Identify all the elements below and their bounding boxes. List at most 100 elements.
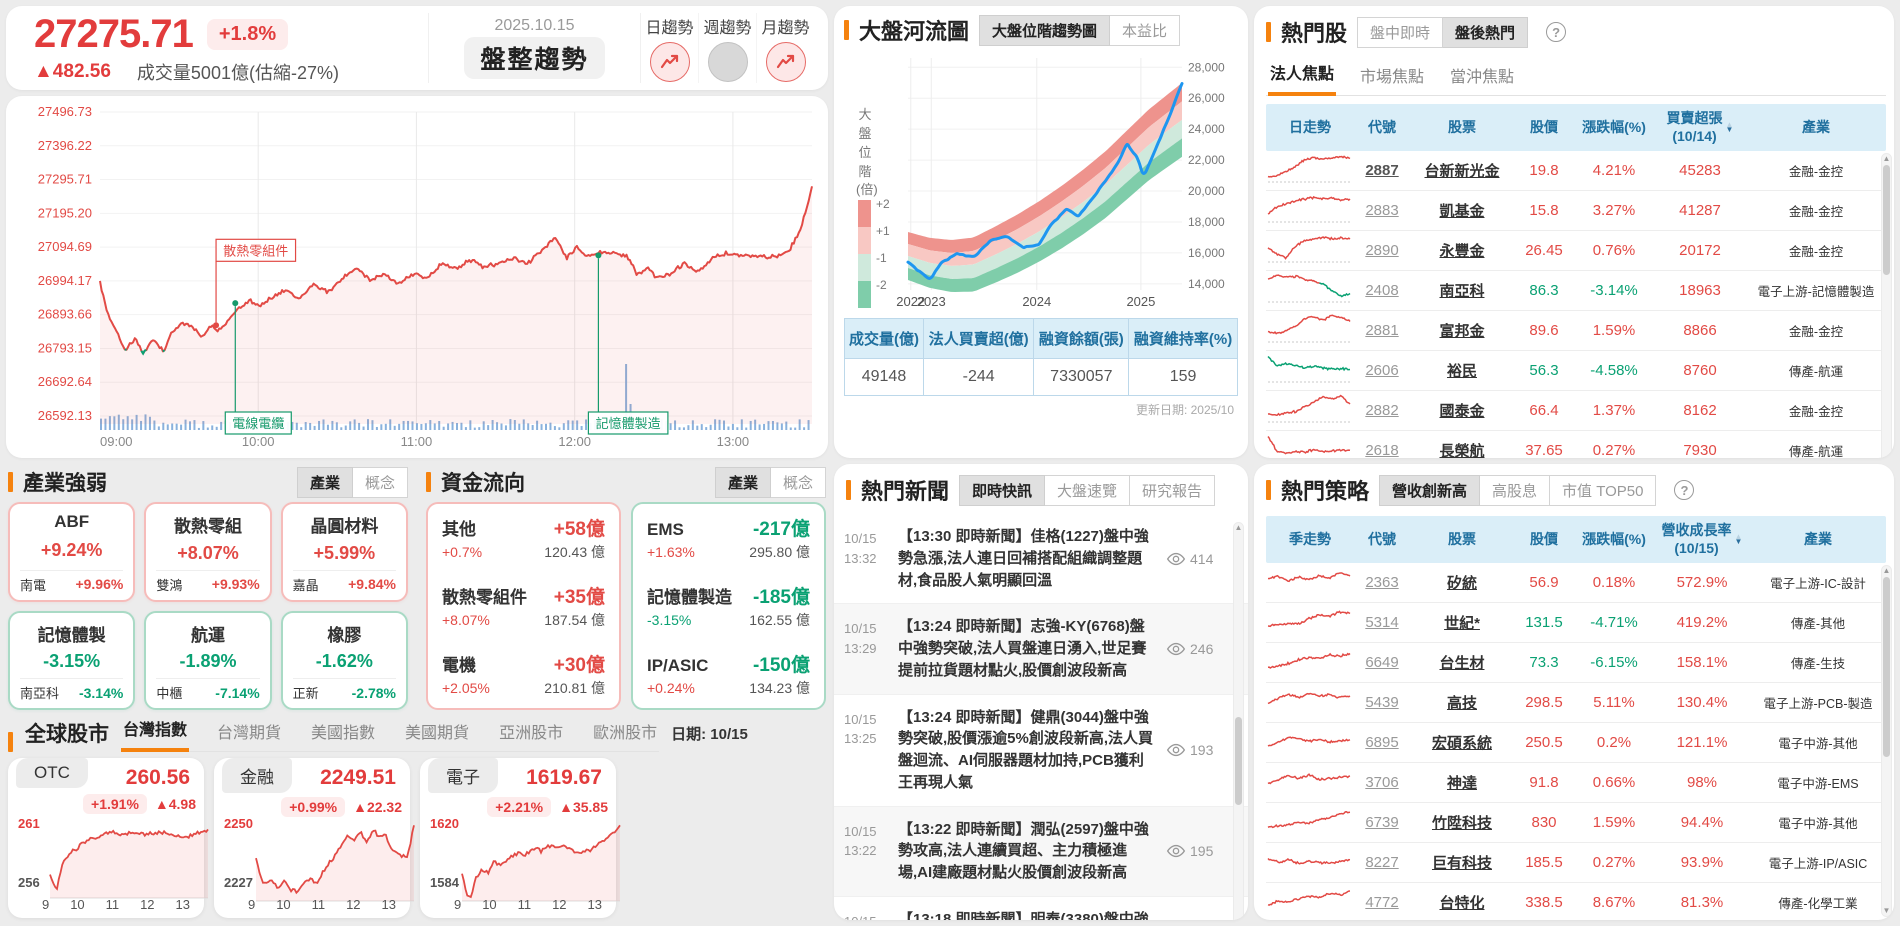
- col-header-4[interactable]: 漲跌幅(%): [1574, 119, 1654, 137]
- industry-card[interactable]: 航運 -1.89% 中櫃 -7.14%: [144, 610, 272, 710]
- news-tab-1[interactable]: 大盤速覽: [1045, 474, 1131, 506]
- col-header-1[interactable]: 代號: [1354, 531, 1410, 549]
- fundflow-row[interactable]: 電機 +30億 +2.05% 210.81 億: [442, 650, 605, 698]
- col-header-5[interactable]: 買賣超張 (10/14) ▲ ▼: [1654, 110, 1746, 145]
- stock-name-link[interactable]: 巨有科技: [1410, 852, 1514, 873]
- news-item[interactable]: 10/1513:19 【13:18 即時新聞】明泰(3380)盤中強彈逾5%,低基…: [834, 897, 1248, 920]
- stock-code-link[interactable]: 2408: [1354, 282, 1410, 299]
- stock-code-link[interactable]: 5314: [1354, 614, 1410, 631]
- news-item[interactable]: 10/15 13:29 【13:24 即時新聞】志強-KY(6768)盤中強勢突破,…: [834, 604, 1248, 695]
- stock-name-link[interactable]: 神達: [1410, 772, 1514, 793]
- col-header-4[interactable]: 漲跌幅(%): [1574, 531, 1654, 549]
- industry-card[interactable]: 散熱零組 +8.07% 雙鴻 +9.93%: [144, 502, 272, 602]
- stock-code-link[interactable]: 2882: [1354, 402, 1410, 419]
- global-tab-2[interactable]: 美國指數: [309, 713, 377, 751]
- sort-icon[interactable]: ▲ ▼: [1726, 120, 1734, 133]
- stock-name-link[interactable]: 富邦金: [1410, 320, 1514, 341]
- stock-code-link[interactable]: 2887: [1354, 162, 1410, 179]
- col-header-0[interactable]: 日走勢: [1266, 119, 1354, 137]
- hot-subtab-0[interactable]: 法人焦點: [1268, 54, 1337, 96]
- stock-name-link[interactable]: 南亞科: [1410, 280, 1514, 301]
- global-tab-3[interactable]: 美國期貨: [403, 713, 471, 751]
- stock-name-link[interactable]: 台新新光金: [1410, 160, 1514, 181]
- scrollbar-thumb[interactable]: [1883, 165, 1890, 275]
- stock-code-link[interactable]: 2606: [1354, 362, 1410, 379]
- hot-subtab-1[interactable]: 市場焦點: [1358, 57, 1426, 95]
- col-header-6[interactable]: 產業: [1750, 531, 1886, 549]
- stock-name-link[interactable]: 凱基金: [1410, 200, 1514, 221]
- news-scrollbar[interactable]: ▲▼: [1233, 522, 1244, 920]
- industry-toggle-1[interactable]: 概念: [352, 466, 408, 498]
- stock-code-link[interactable]: 2890: [1354, 242, 1410, 259]
- fundflow-toggle-1[interactable]: 概念: [770, 466, 826, 498]
- strategy-tab-2[interactable]: 市值 TOP50: [1550, 474, 1657, 506]
- hot-tab-0[interactable]: 盤中即時: [1357, 16, 1444, 48]
- stock-name-link[interactable]: 裕民: [1410, 360, 1514, 381]
- strategy-tab-0[interactable]: 營收創新高: [1379, 474, 1481, 506]
- stock-name-link[interactable]: 國泰金: [1410, 400, 1514, 421]
- industry-card[interactable]: ABF +9.24% 南電 +9.96%: [8, 502, 136, 602]
- col-header-6[interactable]: 產業: [1746, 119, 1886, 137]
- stock-code-link[interactable]: 4772: [1354, 894, 1410, 911]
- stock-code-link[interactable]: 2363: [1354, 574, 1410, 591]
- col-header-0[interactable]: 季走勢: [1266, 531, 1354, 549]
- stock-name-link[interactable]: 矽統: [1410, 572, 1514, 593]
- stock-code-link[interactable]: 6739: [1354, 814, 1410, 831]
- sort-icon[interactable]: ▲ ▼: [1735, 532, 1743, 545]
- industry-card[interactable]: 記憶體製 -3.15% 南亞科 -3.14%: [8, 610, 136, 710]
- industry-card[interactable]: 晶圓材料 +5.99% 嘉晶 +9.84%: [280, 502, 408, 602]
- stock-code-link[interactable]: 8227: [1354, 854, 1410, 871]
- stock-name-link[interactable]: 竹陞科技: [1410, 812, 1514, 833]
- fundflow-row[interactable]: EMS -217億 +1.63% 295.80 億: [647, 514, 810, 562]
- news-item[interactable]: 10/15 13:22 【13:22 即時新聞】潤弘(2597)盤中強勢攻高,法人連…: [834, 806, 1248, 897]
- fundflow-row[interactable]: 記憶體製造 -185億 -3.15% 162.55 億: [647, 582, 810, 630]
- scrollbar-thumb[interactable]: [1883, 577, 1890, 757]
- help-icon[interactable]: ?: [1674, 480, 1695, 500]
- fundflow-toggle-0[interactable]: 產業: [714, 466, 771, 498]
- help-icon[interactable]: ?: [1546, 22, 1567, 42]
- strategy-tab-1[interactable]: 高股息: [1480, 474, 1551, 506]
- stock-code-link[interactable]: 2881: [1354, 322, 1410, 339]
- trend-item-2[interactable]: 月趨勢: [757, 13, 814, 83]
- stock-code-link[interactable]: 2883: [1354, 202, 1410, 219]
- stock-code-link[interactable]: 6895: [1354, 734, 1410, 751]
- news-item[interactable]: 10/15 13:32 【13:30 即時新聞】佳格(1227)盤中強勢急漲,法人連…: [834, 514, 1248, 605]
- global-tab-5[interactable]: 歐洲股市: [591, 713, 659, 751]
- river-tab-0[interactable]: 大盤位階趨勢圖: [979, 14, 1111, 46]
- col-header-5[interactable]: 營收成長率 (10/15) ▲ ▼: [1654, 522, 1750, 557]
- news-tab-0[interactable]: 即時快訊: [959, 474, 1046, 506]
- stock-code-link[interactable]: 3706: [1354, 774, 1410, 791]
- industry-toggle-0[interactable]: 產業: [296, 466, 353, 498]
- global-market-card-金融[interactable]: 金融 2249.51 +0.99% ▲22.32 2250 2227 9 10 11 12 13: [214, 758, 415, 918]
- news-item[interactable]: 10/15 13:25 【13:24 即時新聞】健鼎(3044)盤中強勢突破,股價漲…: [834, 695, 1248, 807]
- stock-code-link[interactable]: 6649: [1354, 654, 1410, 671]
- stock-name-link[interactable]: 台生材: [1410, 652, 1514, 673]
- global-tab-4[interactable]: 亞洲股市: [497, 713, 565, 751]
- stock-code-link[interactable]: 2618: [1354, 442, 1410, 458]
- hot-table-scrollbar[interactable]: ▲▼: [1881, 153, 1892, 458]
- col-header-3[interactable]: 股價: [1514, 119, 1574, 137]
- stock-name-link[interactable]: 世紀*: [1410, 612, 1514, 633]
- trend-item-0[interactable]: 日趨勢: [641, 13, 699, 83]
- global-market-card-OTC[interactable]: OTC 260.56 +1.91% ▲4.98 261 256 9 10 11 12 13: [8, 758, 209, 918]
- strategy-table-scrollbar[interactable]: ▲ ▼: [1881, 565, 1892, 917]
- col-header-2[interactable]: 股票: [1410, 531, 1514, 549]
- trend-item-1[interactable]: 週趨勢: [699, 13, 757, 83]
- col-header-1[interactable]: 代號: [1354, 119, 1410, 137]
- global-market-card-電子[interactable]: 電子 1619.67 +2.21% ▲35.85 1620 1584 9 10 11 12 13: [420, 758, 621, 918]
- stock-name-link[interactable]: 永豐金: [1410, 240, 1514, 261]
- fundflow-row[interactable]: 散熱零組件 +35億 +8.07% 187.54 億: [442, 582, 605, 630]
- industry-card[interactable]: 橡膠 -1.62% 正新 -2.78%: [280, 610, 408, 710]
- stock-code-link[interactable]: 5439: [1354, 694, 1410, 711]
- global-tab-0[interactable]: 台灣指數: [121, 710, 190, 752]
- fundflow-row[interactable]: IP/ASIC -150億 +0.24% 134.23 億: [647, 650, 810, 698]
- stock-name-link[interactable]: 台特化: [1410, 892, 1514, 913]
- fundflow-row[interactable]: 其他 +58億 +0.7% 120.43 億: [442, 514, 605, 562]
- stock-name-link[interactable]: 高技: [1410, 692, 1514, 713]
- river-tab-1[interactable]: 本益比: [1110, 14, 1181, 46]
- scrollbar-thumb[interactable]: [1235, 717, 1242, 806]
- global-tab-1[interactable]: 台灣期貨: [215, 713, 283, 751]
- stock-name-link[interactable]: 長榮航: [1410, 440, 1514, 458]
- stock-name-link[interactable]: 宏碩系統: [1410, 732, 1514, 753]
- hot-subtab-2[interactable]: 當沖焦點: [1448, 57, 1516, 95]
